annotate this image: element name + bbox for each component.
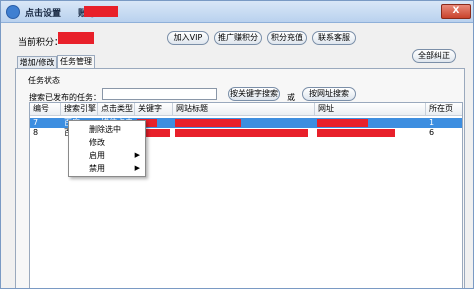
cell-id: 7: [33, 118, 39, 127]
tab-task-management[interactable]: 任务管理: [57, 55, 95, 69]
url-redacted: [317, 119, 368, 127]
menu-item-label: 删除选中: [89, 125, 121, 134]
submenu-arrow-icon: ▶: [134, 164, 140, 172]
column-header-keyword[interactable]: 关键字: [135, 103, 173, 116]
column-header-search-engine[interactable]: 搜索引擎: [61, 103, 98, 116]
account-value-redacted: [84, 6, 118, 17]
site-title-redacted: [175, 119, 241, 127]
promote-points-button[interactable]: 推广赚积分: [214, 31, 262, 45]
current-points-label: 当前积分：: [18, 38, 64, 48]
contact-support-button[interactable]: 联系客服: [312, 31, 356, 45]
close-button[interactable]: X: [441, 4, 471, 19]
column-header-page[interactable]: 所在页: [426, 103, 462, 116]
menu-item-edit[interactable]: 修改: [69, 136, 145, 149]
cell-page: 1: [429, 118, 435, 127]
menu-item-disable[interactable]: 禁用 ▶: [69, 162, 145, 175]
cell-id: 8: [33, 128, 39, 137]
menu-item-label: 修改: [89, 138, 105, 147]
recharge-points-button[interactable]: 积分充值: [267, 31, 307, 45]
task-status-group-title: 任务状态: [28, 76, 60, 85]
column-header-click-type[interactable]: 点击类型: [98, 103, 135, 116]
submenu-arrow-icon: ▶: [134, 151, 140, 159]
column-header-id[interactable]: 编号: [30, 103, 61, 116]
join-vip-button[interactable]: 加入VIP: [167, 31, 209, 45]
site-title-redacted: [175, 129, 308, 137]
search-input[interactable]: [102, 88, 217, 100]
menu-item-label: 禁用: [89, 164, 105, 173]
column-header-site-title[interactable]: 网站标题: [173, 103, 315, 116]
url-redacted: [317, 129, 395, 137]
context-menu: 删除选中 修改 启用 ▶ 禁用 ▶: [68, 120, 146, 177]
search-by-keyword-button[interactable]: 按关键字搜索: [228, 87, 280, 101]
window-title: 点击设置: [25, 9, 62, 19]
menu-item-enable[interactable]: 启用 ▶: [69, 149, 145, 162]
menu-item-delete-selected[interactable]: 删除选中: [69, 123, 145, 136]
column-header-url[interactable]: 网址: [315, 103, 426, 116]
app-window: 点击设置 账号： X 当前积分： 加入VIP 推广赚积分 积分充值 联系客服 全…: [0, 0, 474, 289]
search-by-url-button[interactable]: 按网址搜索: [302, 87, 356, 101]
correct-all-button[interactable]: 全部纠正: [412, 49, 456, 63]
title-bar: 点击设置 账号： X: [1, 1, 473, 23]
menu-item-label: 启用: [89, 151, 105, 160]
cell-page: 6: [429, 128, 435, 137]
app-logo-icon: [6, 5, 20, 19]
current-points-value-redacted: [58, 32, 94, 44]
